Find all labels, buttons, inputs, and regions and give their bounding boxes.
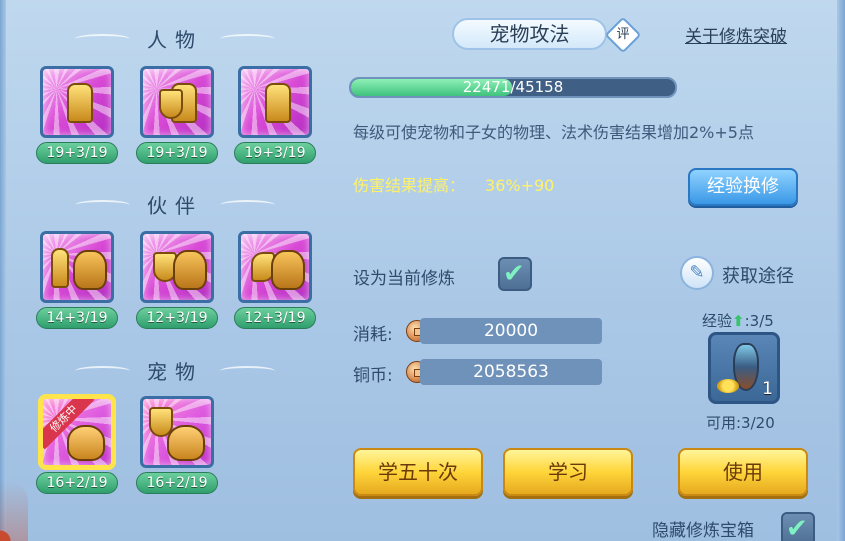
checkmark-icon: ✔ — [786, 514, 808, 541]
swirl-ornament-icon — [220, 200, 275, 210]
skill-level-label: 14+3/19 — [36, 307, 118, 329]
section-title-pets: 宠物 — [20, 356, 330, 386]
copper-value: 2058563 — [420, 359, 602, 385]
exp-item-label: 经验⬆:3/5 — [702, 312, 774, 330]
skill-title: 宠物攻法 — [452, 18, 607, 50]
breakthrough-info-link[interactable]: 关于修炼突破 — [685, 22, 787, 47]
swirl-ornament-icon — [220, 366, 275, 376]
damage-bonus-line: 伤害结果提高： 36%+90 — [353, 172, 554, 196]
damage-bonus-label: 伤害结果提高： — [353, 176, 466, 195]
experience-progress-bar: 22471/45158 — [349, 77, 677, 98]
experience-text: 22471/45158 — [462, 78, 564, 96]
skill-level-label: 19+3/19 — [136, 142, 218, 164]
partner-skill-icon — [40, 231, 114, 303]
skill-level-label: 12+3/19 — [136, 307, 218, 329]
book-icon[interactable]: ✎ — [680, 256, 714, 290]
swirl-ornament-icon — [220, 34, 275, 44]
learn-button[interactable]: 学习 — [503, 448, 633, 496]
swirl-ornament-icon — [75, 366, 130, 376]
character-skill-icon — [238, 66, 312, 138]
frame-left-edge — [0, 0, 6, 541]
cost-value: 20000 — [420, 318, 602, 344]
use-button[interactable]: 使用 — [678, 448, 808, 496]
pet-skill-icon: 修炼中 — [40, 396, 114, 468]
character-skill-icon — [40, 66, 114, 138]
character-skill-icon — [140, 66, 214, 138]
section-title-characters: 人物 — [20, 24, 330, 54]
copper-label: 铜币: — [353, 366, 393, 386]
set-current-checkbox[interactable]: ✔ — [498, 257, 532, 291]
partner-skill-icon — [238, 231, 312, 303]
learn-fifty-button[interactable]: 学五十次 — [353, 448, 483, 496]
skill-cell-partner-1[interactable]: 14+3/19 — [36, 231, 120, 335]
acquire-source-link[interactable]: 获取途径 — [722, 262, 794, 288]
skill-cell-pet-1-selected[interactable]: 修炼中 16+2/19 — [36, 396, 120, 500]
section-title-partners: 伙伴 — [20, 190, 330, 220]
skill-cell-character-1[interactable]: 19+3/19 — [36, 66, 120, 170]
rate-button[interactable]: 评 — [604, 16, 642, 54]
partner-skill-icon — [140, 231, 214, 303]
checkmark-icon: ✔ — [503, 259, 525, 289]
hide-chest-checkbox[interactable]: ✔ — [781, 512, 815, 541]
skill-level-label: 12+3/19 — [234, 307, 316, 329]
skill-cell-character-3[interactable]: 19+3/19 — [234, 66, 318, 170]
exp-item-slot[interactable]: 1 — [708, 332, 780, 404]
skill-cell-partner-2[interactable]: 12+3/19 — [136, 231, 220, 335]
skill-description: 每级可使宠物和子女的物理、法术伤害结果增加2%+5点 — [353, 123, 754, 142]
skill-list-panel: 人物 19+3/19 19+3/19 19+3/19 伙伴 14+3/19 12… — [20, 14, 330, 534]
hide-chest-label: 隐藏修炼宝箱 — [652, 521, 754, 541]
set-current-training-label: 设为当前修炼 — [353, 269, 455, 289]
skill-level-label: 16+2/19 — [36, 472, 118, 494]
swirl-ornament-icon — [75, 200, 130, 210]
skill-level-label: 19+3/19 — [36, 142, 118, 164]
damage-bonus-value: 36%+90 — [485, 176, 555, 195]
skill-cell-character-2[interactable]: 19+3/19 — [136, 66, 220, 170]
skill-detail-panel: 宠物攻法 评 关于修炼突破 22471/45158 每级可使宠物和子女的物理、法… — [340, 0, 840, 541]
swirl-ornament-icon — [75, 34, 130, 44]
exchange-exp-button[interactable]: 经验换修 — [688, 168, 798, 206]
available-count: 可用:3/20 — [706, 414, 775, 432]
skill-cell-partner-3[interactable]: 12+3/19 — [234, 231, 318, 335]
skill-level-label: 19+3/19 — [234, 142, 316, 164]
skill-cell-pet-2[interactable]: 16+2/19 — [136, 396, 220, 500]
green-up-arrow-icon: ⬆ — [732, 312, 745, 330]
skill-level-label: 16+2/19 — [136, 472, 218, 494]
item-count: 1 — [762, 379, 773, 399]
pet-skill-icon — [140, 396, 214, 468]
cost-label: 消耗: — [353, 325, 393, 345]
gold-coins-icon — [717, 379, 739, 393]
